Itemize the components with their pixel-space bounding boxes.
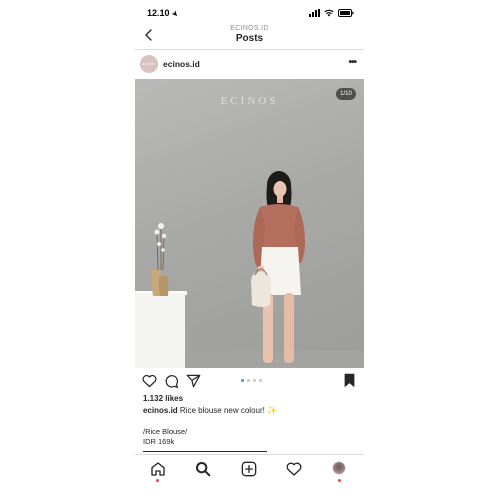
add-post-icon [241,461,257,477]
battery-icon [338,9,354,17]
profile-avatar-icon [332,461,346,475]
notification-dot [337,479,341,482]
location-arrow-icon: ➤ [169,9,179,19]
comment-icon[interactable] [164,374,179,388]
tab-activity[interactable] [286,461,302,477]
likes-count[interactable]: 1.132 likes [143,394,183,403]
tab-new-post[interactable] [241,461,257,477]
status-time: 12.10➤ [147,8,179,19]
post-username[interactable]: ecinos.id [163,59,200,69]
more-options-icon[interactable]: ••• [348,57,356,68]
avatar-logo-text: ECINOS [142,62,156,66]
header-titles: ECINOS.ID Posts [135,25,364,44]
carousel-dot [247,379,250,382]
caption-price: IDR 169k [143,437,175,446]
image-brand-watermark: ECINOS [220,95,279,107]
avatar[interactable]: ECINOS [140,55,158,73]
post-caption: ecinos.id Rice blouse new colour! ✨ [143,406,358,415]
bookmark-icon[interactable] [343,373,356,388]
wifi-icon [324,9,334,17]
caption-product-name: /Rice Blouse/ [143,427,188,436]
carousel-indicator [241,379,262,382]
search-icon [196,462,211,477]
image-pedestal [135,293,185,368]
tab-home[interactable] [150,461,166,482]
caption-text: Rice blouse new colour! ✨ [179,406,278,415]
post-header: ECINOS ecinos.id ••• [135,52,364,78]
image-counter-badge: 1/10 [336,88,356,100]
tab-search[interactable] [195,461,211,477]
nav-header: ECINOS.ID Posts [135,22,364,50]
cellular-signal-icon [309,9,320,17]
caption-divider [143,451,267,452]
vase-with-flowers-illustration [151,223,169,296]
carousel-dot-active [241,379,244,382]
heart-icon[interactable] [142,374,157,388]
share-icon[interactable] [186,374,201,388]
header-account-name: ECINOS.ID [230,25,269,32]
status-time-text: 12.10 [147,8,170,18]
model-figure-illustration [251,171,305,363]
post-actions [135,369,364,391]
carousel-dot [253,379,256,382]
status-bar: 12.10➤ [135,6,364,22]
notification-dot [156,479,159,482]
caption-username[interactable]: ecinos.id [143,406,178,415]
tab-profile[interactable] [332,461,348,482]
carousel-dot [259,379,262,382]
phone-screen: 12.10➤ ECINOS.ID Posts ECINOS ecinos.id … [135,0,364,499]
home-icon [151,462,165,476]
post-image[interactable]: ECINOS 1/10 [135,79,364,368]
caption-details: /Rice Blouse/ IDR 169k [143,427,187,447]
bottom-tab-bar [135,454,364,484]
heart-outline-icon [286,462,302,476]
page-title: Posts [235,33,264,44]
system-icons [309,8,354,18]
